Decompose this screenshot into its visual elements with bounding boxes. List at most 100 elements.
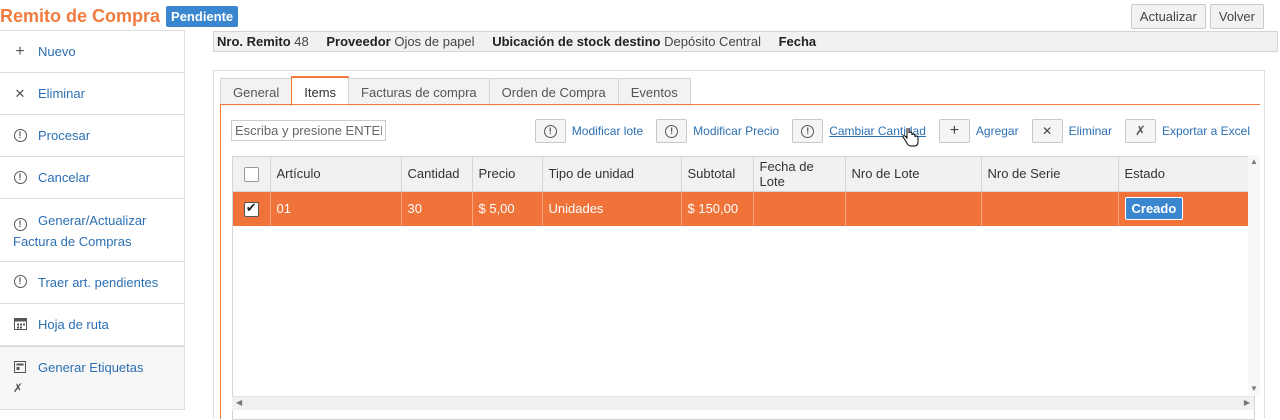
info-bar: Nro. Remito 48 Proveedor Ojos de papel U…	[213, 31, 1278, 52]
sidebar-item-label: Generar/Actualizar Factura de Compras	[13, 213, 147, 249]
sidebar-item-generar-etiquetas[interactable]: Generar Etiquetas ✗	[0, 345, 184, 409]
items-grid: Artículo Cantidad Precio Tipo de unidad …	[232, 156, 1255, 420]
agregar-link[interactable]: Agregar	[976, 124, 1019, 138]
scroll-left-icon[interactable]: ◀	[236, 398, 242, 407]
sidebar-item-generar-factura[interactable]: ! Generar/Actualizar Factura de Compras	[0, 199, 184, 262]
column-header[interactable]: Tipo de unidad	[542, 157, 682, 192]
estado-cell: Creado	[1118, 191, 1254, 226]
table-cell	[845, 191, 982, 226]
vertical-scrollbar[interactable]: ▲ ▼	[1248, 155, 1260, 395]
content-panel: General Items Facturas de compra Orden d…	[213, 70, 1265, 420]
modificar-lote-button[interactable]: !	[534, 119, 566, 143]
title-bar: Remito de Compra Pendiente	[0, 4, 239, 28]
column-header[interactable]: Subtotal	[681, 157, 754, 192]
column-header[interactable]: Cantidad	[401, 157, 473, 192]
actualizar-button[interactable]: Actualizar	[1130, 4, 1206, 29]
items-toolbar: ! Modificar lote ! Modificar Precio ! Ca…	[522, 118, 1250, 144]
agregar-tool: + Agregar	[938, 119, 1019, 143]
fecha-label: Fecha	[778, 34, 817, 49]
horizontal-scrollbar[interactable]: ◀ ▶	[232, 396, 1254, 410]
sidebar: + Nuevo ✕ Eliminar ! Procesar ! Cancelar…	[0, 30, 185, 410]
table-row[interactable]: 01 30 $ 5,00 Unidades $ 150,00 Creado	[233, 191, 1254, 226]
sidebar-item-hoja-de-ruta[interactable]: Hoja de ruta	[0, 304, 184, 346]
modificar-lote-tool: ! Modificar lote	[534, 119, 643, 143]
sidebar-item-label: Nuevo	[38, 44, 76, 59]
scroll-right-icon[interactable]: ▶	[1244, 398, 1250, 407]
hand-cursor-icon	[902, 128, 919, 147]
column-header[interactable]: Nro de Lote	[845, 157, 982, 192]
table-cell: $ 5,00	[472, 191, 543, 226]
table-cell: Unidades	[542, 191, 682, 226]
tab-orden-de-compra[interactable]: Orden de Compra	[488, 78, 619, 106]
exclamation-circle-icon: !	[13, 170, 27, 184]
row-select-cell	[233, 191, 271, 226]
sidebar-item-label: Hoja de ruta	[38, 316, 109, 332]
sidebar-item-label: Procesar	[38, 128, 91, 143]
excel-icon: ✗	[13, 380, 24, 395]
top-actions: Actualizar Volver	[1130, 4, 1264, 29]
table-header-row: Artículo Cantidad Precio Tipo de unidad …	[233, 157, 1254, 192]
eliminar-button[interactable]: ✕	[1031, 119, 1063, 143]
sidebar-item-cancelar[interactable]: ! Cancelar	[0, 157, 184, 199]
tab-bar: General Items Facturas de compra Orden d…	[220, 76, 691, 106]
search-input[interactable]	[231, 120, 386, 141]
x-icon: ✕	[14, 85, 26, 101]
sidebar-item-eliminar[interactable]: ✕ Eliminar	[0, 73, 184, 115]
eliminar-link[interactable]: Eliminar	[1069, 124, 1112, 138]
tab-facturas-de-compra[interactable]: Facturas de compra	[348, 78, 490, 106]
remito-label: Nro. Remito	[217, 34, 291, 49]
plus-icon: +	[15, 42, 25, 60]
excel-icon: ✗	[1135, 123, 1146, 138]
sidebar-item-traer-pendientes[interactable]: ! Traer art. pendientes	[0, 262, 184, 304]
table-cell: 01	[270, 191, 402, 226]
modificar-precio-link[interactable]: Modificar Precio	[693, 124, 779, 138]
cambiar-cantidad-button[interactable]: !	[792, 119, 824, 143]
eliminar-tool: ✕ Eliminar	[1031, 119, 1112, 143]
ubicacion-value: Depósito Central	[664, 34, 761, 49]
remito-value: 48	[294, 34, 309, 49]
column-header[interactable]: Precio	[472, 157, 543, 192]
table-cell: $ 150,00	[681, 191, 754, 226]
status-badge: Pendiente	[166, 5, 239, 27]
exclamation-circle-icon: !	[13, 128, 27, 142]
label-icon	[13, 360, 27, 374]
select-all-header	[233, 157, 271, 192]
tab-eventos[interactable]: Eventos	[617, 78, 691, 106]
sidebar-item-nuevo[interactable]: + Nuevo	[0, 31, 184, 73]
scroll-up-icon[interactable]: ▲	[1250, 157, 1258, 166]
agregar-button[interactable]: +	[938, 119, 970, 143]
table-cell	[981, 191, 1119, 226]
plus-icon: +	[949, 122, 960, 139]
x-icon: ✕	[1042, 124, 1053, 138]
exclamation-circle-icon: !	[13, 275, 27, 289]
exportar-button[interactable]: ✗	[1124, 119, 1156, 143]
estado-badge: Creado	[1124, 197, 1184, 221]
row-checkbox[interactable]	[243, 200, 259, 217]
exclamation-circle-icon: !	[13, 218, 27, 232]
modificar-precio-button[interactable]: !	[656, 119, 688, 143]
ubicacion-label: Ubicación de stock destino	[492, 34, 661, 49]
exportar-link[interactable]: Exportar a Excel	[1162, 124, 1250, 138]
exclamation-circle-icon: !	[801, 124, 815, 138]
table-cell: 30	[401, 191, 473, 226]
sidebar-item-label: Traer art. pendientes	[38, 274, 159, 290]
tab-items[interactable]: Items	[291, 76, 350, 106]
sidebar-item-procesar[interactable]: ! Procesar	[0, 115, 184, 157]
select-all-checkbox[interactable]	[243, 166, 259, 182]
exclamation-circle-icon: !	[543, 124, 557, 138]
sidebar-item-label: Cancelar	[38, 170, 91, 185]
column-header[interactable]: Estado	[1118, 157, 1254, 192]
items-table: Artículo Cantidad Precio Tipo de unidad …	[233, 157, 1254, 226]
exclamation-circle-icon: !	[665, 124, 679, 138]
volver-button[interactable]: Volver	[1209, 4, 1264, 29]
modificar-precio-tool: ! Modificar Precio	[656, 119, 779, 143]
column-header[interactable]: Fecha de Lote	[753, 157, 846, 192]
tab-general[interactable]: General	[220, 78, 293, 106]
proveedor-label: Proveedor	[326, 34, 391, 49]
column-header[interactable]: Nro de Serie	[981, 157, 1119, 192]
modificar-lote-link[interactable]: Modificar lote	[572, 124, 643, 138]
calendar-icon	[13, 317, 27, 331]
column-header[interactable]: Artículo	[270, 157, 402, 192]
exportar-tool: ✗ Exportar a Excel	[1124, 119, 1250, 143]
scroll-down-icon[interactable]: ▼	[1250, 384, 1258, 393]
